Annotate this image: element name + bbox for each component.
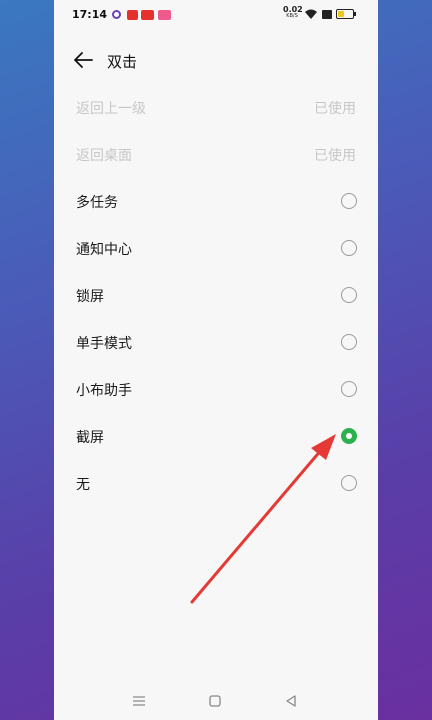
radio-button[interactable] [341, 381, 357, 397]
option-label: 通知中心 [76, 242, 132, 258]
radio-button[interactable] [341, 240, 357, 256]
no-sim-icon [322, 10, 332, 19]
network-speed: 0.02 KB/S [283, 6, 303, 19]
option-row[interactable]: 截屏 [54, 413, 378, 460]
radio-button[interactable] [341, 334, 357, 350]
option-label: 截屏 [76, 430, 104, 446]
menu-lines-icon[interactable] [130, 692, 148, 710]
phone-screen: 17:14 0.02 KB/S 双击 返回上一级 已使用 返回桌面 已使用 多任… [54, 0, 378, 720]
arrow-left-icon[interactable] [72, 50, 94, 70]
radio-button[interactable] [341, 287, 357, 303]
notification-app-icon [127, 10, 138, 20]
option-row: 返回桌面 已使用 [54, 131, 378, 178]
option-row[interactable]: 锁屏 [54, 272, 378, 319]
option-row: 返回上一级 已使用 [54, 84, 378, 131]
header: 双击 [54, 42, 378, 78]
page-title: 双击 [107, 53, 138, 71]
navigation-bar [54, 686, 378, 716]
radio-button-selected[interactable] [341, 428, 357, 444]
network-speed-unit: KB/S [286, 13, 298, 19]
notification-app-icon [112, 10, 121, 19]
radio-button[interactable] [341, 193, 357, 209]
status-bar: 17:14 0.02 KB/S [54, 0, 378, 30]
option-status: 已使用 [314, 101, 356, 117]
option-row[interactable]: 小布助手 [54, 366, 378, 413]
option-label: 单手模式 [76, 336, 132, 352]
option-list: 返回上一级 已使用 返回桌面 已使用 多任务 通知中心 锁屏 单手模式 小布助手 [54, 84, 378, 507]
option-label: 返回桌面 [76, 148, 132, 164]
radio-button[interactable] [341, 475, 357, 491]
option-row[interactable]: 单手模式 [54, 319, 378, 366]
option-label: 无 [76, 477, 90, 493]
option-label: 小布助手 [76, 383, 132, 399]
option-label: 返回上一级 [76, 101, 146, 117]
notification-app-icon [141, 10, 154, 20]
battery-level [338, 11, 344, 17]
option-label: 多任务 [76, 195, 118, 211]
wifi-icon [305, 9, 317, 19]
option-row[interactable]: 多任务 [54, 178, 378, 225]
triangle-back-icon[interactable] [282, 692, 300, 710]
battery-icon [336, 9, 356, 19]
option-row[interactable]: 无 [54, 460, 378, 507]
notification-app-icon [158, 10, 171, 20]
option-status: 已使用 [314, 148, 356, 164]
status-time: 17:14 [72, 8, 108, 21]
option-label: 锁屏 [76, 289, 104, 305]
option-row[interactable]: 通知中心 [54, 225, 378, 272]
square-icon[interactable] [206, 692, 224, 710]
